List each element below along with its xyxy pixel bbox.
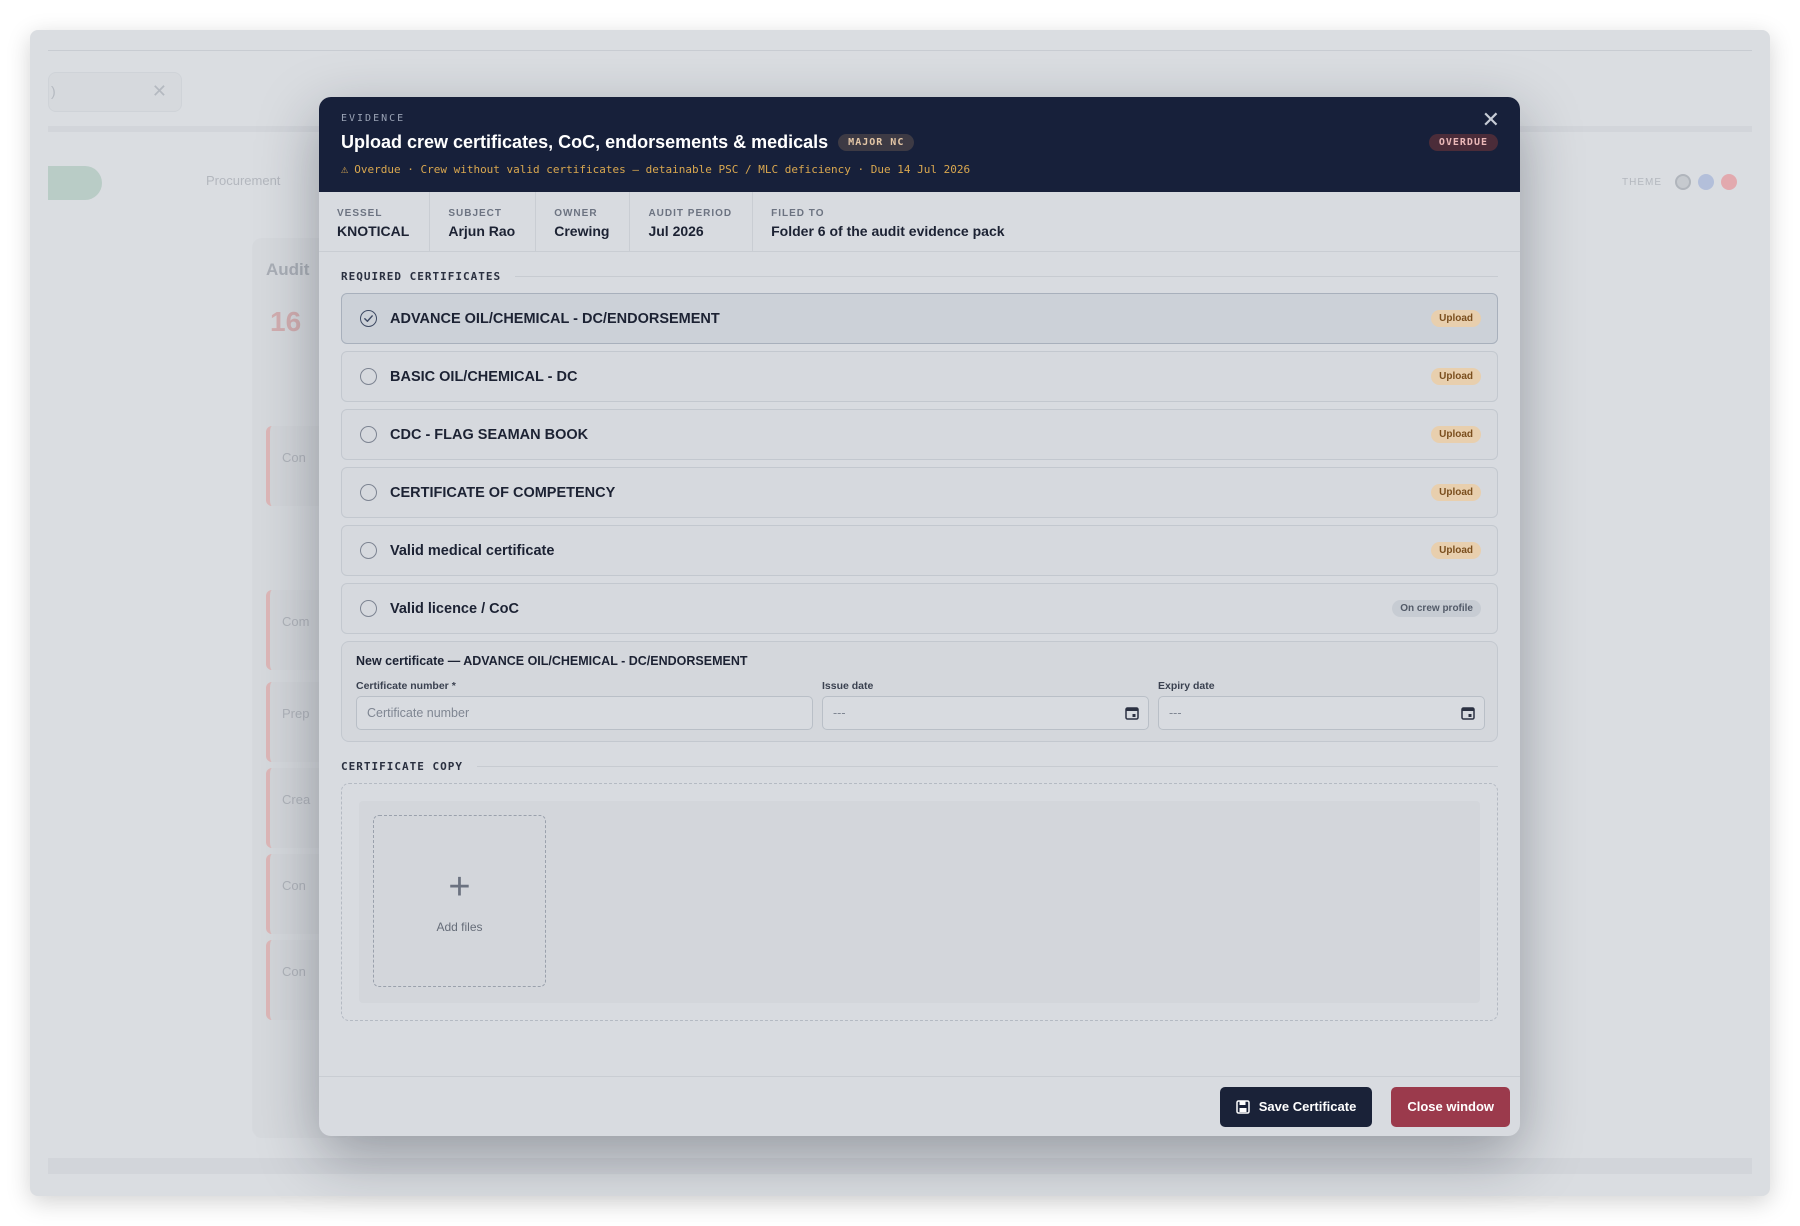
modal-eyebrow: EVIDENCE bbox=[341, 113, 406, 124]
certificate-item[interactable]: CERTIFICATE OF COMPETENCY Upload bbox=[341, 467, 1498, 518]
certificate-number-input[interactable]: Certificate number bbox=[356, 696, 813, 730]
crew-profile-tag: On crew profile bbox=[1392, 600, 1481, 617]
evidence-upload-modal: EVIDENCE Upload crew certificates, CoC, … bbox=[319, 97, 1520, 1136]
background-footer-band bbox=[48, 1158, 1752, 1174]
file-dropzone[interactable]: + Add files bbox=[341, 783, 1498, 1021]
background-active-tab bbox=[48, 166, 102, 200]
certificate-name: CDC - FLAG SEAMAN BOOK bbox=[390, 426, 589, 443]
close-icon: ✕ bbox=[151, 81, 167, 101]
theme-dot-blue bbox=[1698, 174, 1714, 190]
modal-header: EVIDENCE Upload crew certificates, CoC, … bbox=[319, 97, 1520, 192]
radio-icon bbox=[360, 484, 377, 501]
field-label: Certificate number * bbox=[356, 680, 456, 692]
calendar-icon[interactable] bbox=[1125, 706, 1139, 720]
warning-row: ⚠ Overdue · Crew without valid certifica… bbox=[341, 162, 1498, 176]
section-title-text: REQUIRED CERTIFICATES bbox=[341, 270, 502, 283]
certificate-item[interactable]: Valid medical certificate Upload bbox=[341, 525, 1498, 576]
meta-owner: OWNER Crewing bbox=[554, 192, 631, 251]
certificate-item[interactable]: ADVANCE OIL/CHEMICAL - DC/ENDORSEMENT Up… bbox=[341, 293, 1498, 344]
meta-value: Jul 2026 bbox=[648, 223, 704, 239]
background-theme-switcher: THEME bbox=[1610, 162, 1748, 202]
meta-value: Crewing bbox=[554, 223, 610, 239]
upload-tag: Upload bbox=[1431, 426, 1481, 443]
certificate-number-field: Certificate number * Certificate number bbox=[356, 680, 813, 730]
meta-audit-period: AUDIT PERIOD Jul 2026 bbox=[648, 192, 754, 251]
expiry-date-field: Expiry date --- bbox=[1158, 680, 1485, 730]
certificate-name: ADVANCE OIL/CHEMICAL - DC/ENDORSEMENT bbox=[390, 310, 720, 327]
upload-tag: Upload bbox=[1431, 484, 1481, 501]
dropzone-inner: + Add files bbox=[359, 801, 1480, 1003]
close-button-label: Close window bbox=[1407, 1099, 1494, 1114]
field-label: Expiry date bbox=[1158, 680, 1215, 692]
status-badge: OVERDUE bbox=[1428, 134, 1498, 151]
calendar-icon[interactable] bbox=[1461, 706, 1475, 720]
required-certificates-heading: REQUIRED CERTIFICATES bbox=[341, 270, 1498, 283]
meta-subject: SUBJECT Arjun Rao bbox=[448, 192, 537, 251]
upload-tag: Upload bbox=[1431, 310, 1481, 327]
plus-icon: + bbox=[448, 866, 471, 908]
modal-title: Upload crew certificates, CoC, endorseme… bbox=[341, 132, 829, 152]
add-files-label: Add files bbox=[436, 920, 483, 934]
certificate-copy-heading: CERTIFICATE COPY bbox=[341, 760, 1498, 773]
meta-label: OWNER bbox=[554, 208, 598, 219]
issue-date-field: Issue date --- bbox=[822, 680, 1149, 730]
meta-value: KNOTICAL bbox=[337, 223, 410, 239]
close-icon[interactable]: ✕ bbox=[1482, 109, 1500, 131]
section-title-text: CERTIFICATE COPY bbox=[341, 760, 463, 773]
theme-label: THEME bbox=[1622, 176, 1662, 188]
check-circle-icon bbox=[360, 310, 377, 327]
section-rule bbox=[476, 766, 1498, 767]
meta-vessel: VESSEL KNOTICAL bbox=[337, 192, 431, 251]
warning-icon: ⚠ bbox=[341, 162, 349, 176]
certificate-name: BASIC OIL/CHEMICAL - DC bbox=[390, 368, 578, 385]
modal-footer: Save Certificate Close window bbox=[319, 1076, 1520, 1136]
title-row: Upload crew certificates, CoC, endorseme… bbox=[341, 132, 1498, 153]
background-search-input: ) ✕ bbox=[48, 72, 182, 112]
meta-filed-to: FILED TO Folder 6 of the audit evidence … bbox=[771, 192, 1024, 251]
add-files-button[interactable]: + Add files bbox=[373, 815, 546, 987]
new-certificate-form: New certificate — ADVANCE OIL/CHEMICAL -… bbox=[341, 641, 1498, 742]
new-certificate-title: New certificate — ADVANCE OIL/CHEMICAL -… bbox=[356, 654, 748, 668]
meta-label: SUBJECT bbox=[448, 208, 503, 219]
save-button-label: Save Certificate bbox=[1258, 1099, 1357, 1114]
certificate-name: Valid medical certificate bbox=[390, 542, 555, 559]
certificate-item[interactable]: Valid licence / CoC On crew profile bbox=[341, 583, 1498, 634]
radio-icon bbox=[360, 368, 377, 385]
meta-label: FILED TO bbox=[771, 208, 825, 219]
certificate-list: ADVANCE OIL/CHEMICAL - DC/ENDORSEMENT Up… bbox=[341, 293, 1498, 634]
severity-badge: MAJOR NC bbox=[838, 134, 915, 151]
background-search-text: ) bbox=[51, 83, 56, 99]
meta-row: VESSEL KNOTICAL SUBJECT Arjun Rao OWNER … bbox=[319, 192, 1520, 252]
theme-dot-red bbox=[1721, 174, 1737, 190]
background-tab-procurement: Procurement bbox=[206, 173, 281, 188]
issue-date-value: --- bbox=[833, 706, 846, 720]
section-rule bbox=[515, 276, 1498, 277]
background-card-title: Audit bbox=[266, 260, 310, 279]
certificate-item[interactable]: CDC - FLAG SEAMAN BOOK Upload bbox=[341, 409, 1498, 460]
background-divider bbox=[48, 50, 1752, 51]
theme-dot-grey bbox=[1675, 174, 1691, 190]
meta-value: Arjun Rao bbox=[448, 223, 516, 239]
close-window-button[interactable]: Close window bbox=[1391, 1086, 1510, 1127]
save-certificate-button[interactable]: Save Certificate bbox=[1219, 1086, 1373, 1127]
warning-text: Overdue · Crew without valid certificate… bbox=[354, 162, 971, 176]
certificate-item[interactable]: BASIC OIL/CHEMICAL - DC Upload bbox=[341, 351, 1498, 402]
save-icon bbox=[1236, 1099, 1250, 1114]
meta-label: VESSEL bbox=[337, 208, 383, 219]
upload-tag: Upload bbox=[1431, 542, 1481, 559]
expiry-date-value: --- bbox=[1169, 706, 1182, 720]
certificate-number-placeholder: Certificate number bbox=[367, 706, 470, 720]
radio-icon bbox=[360, 426, 377, 443]
field-label: Issue date bbox=[822, 680, 874, 692]
issue-date-input[interactable]: --- bbox=[822, 696, 1149, 730]
radio-icon bbox=[360, 600, 377, 617]
expiry-date-input[interactable]: --- bbox=[1158, 696, 1485, 730]
background-overdue-count: 16 bbox=[270, 306, 302, 337]
certificate-name: Valid licence / CoC bbox=[390, 600, 519, 617]
meta-value: Folder 6 of the audit evidence pack bbox=[771, 223, 1005, 239]
meta-label: AUDIT PERIOD bbox=[648, 208, 733, 219]
certificate-name: CERTIFICATE OF COMPETENCY bbox=[390, 484, 616, 501]
upload-tag: Upload bbox=[1431, 368, 1481, 385]
radio-icon bbox=[360, 542, 377, 559]
